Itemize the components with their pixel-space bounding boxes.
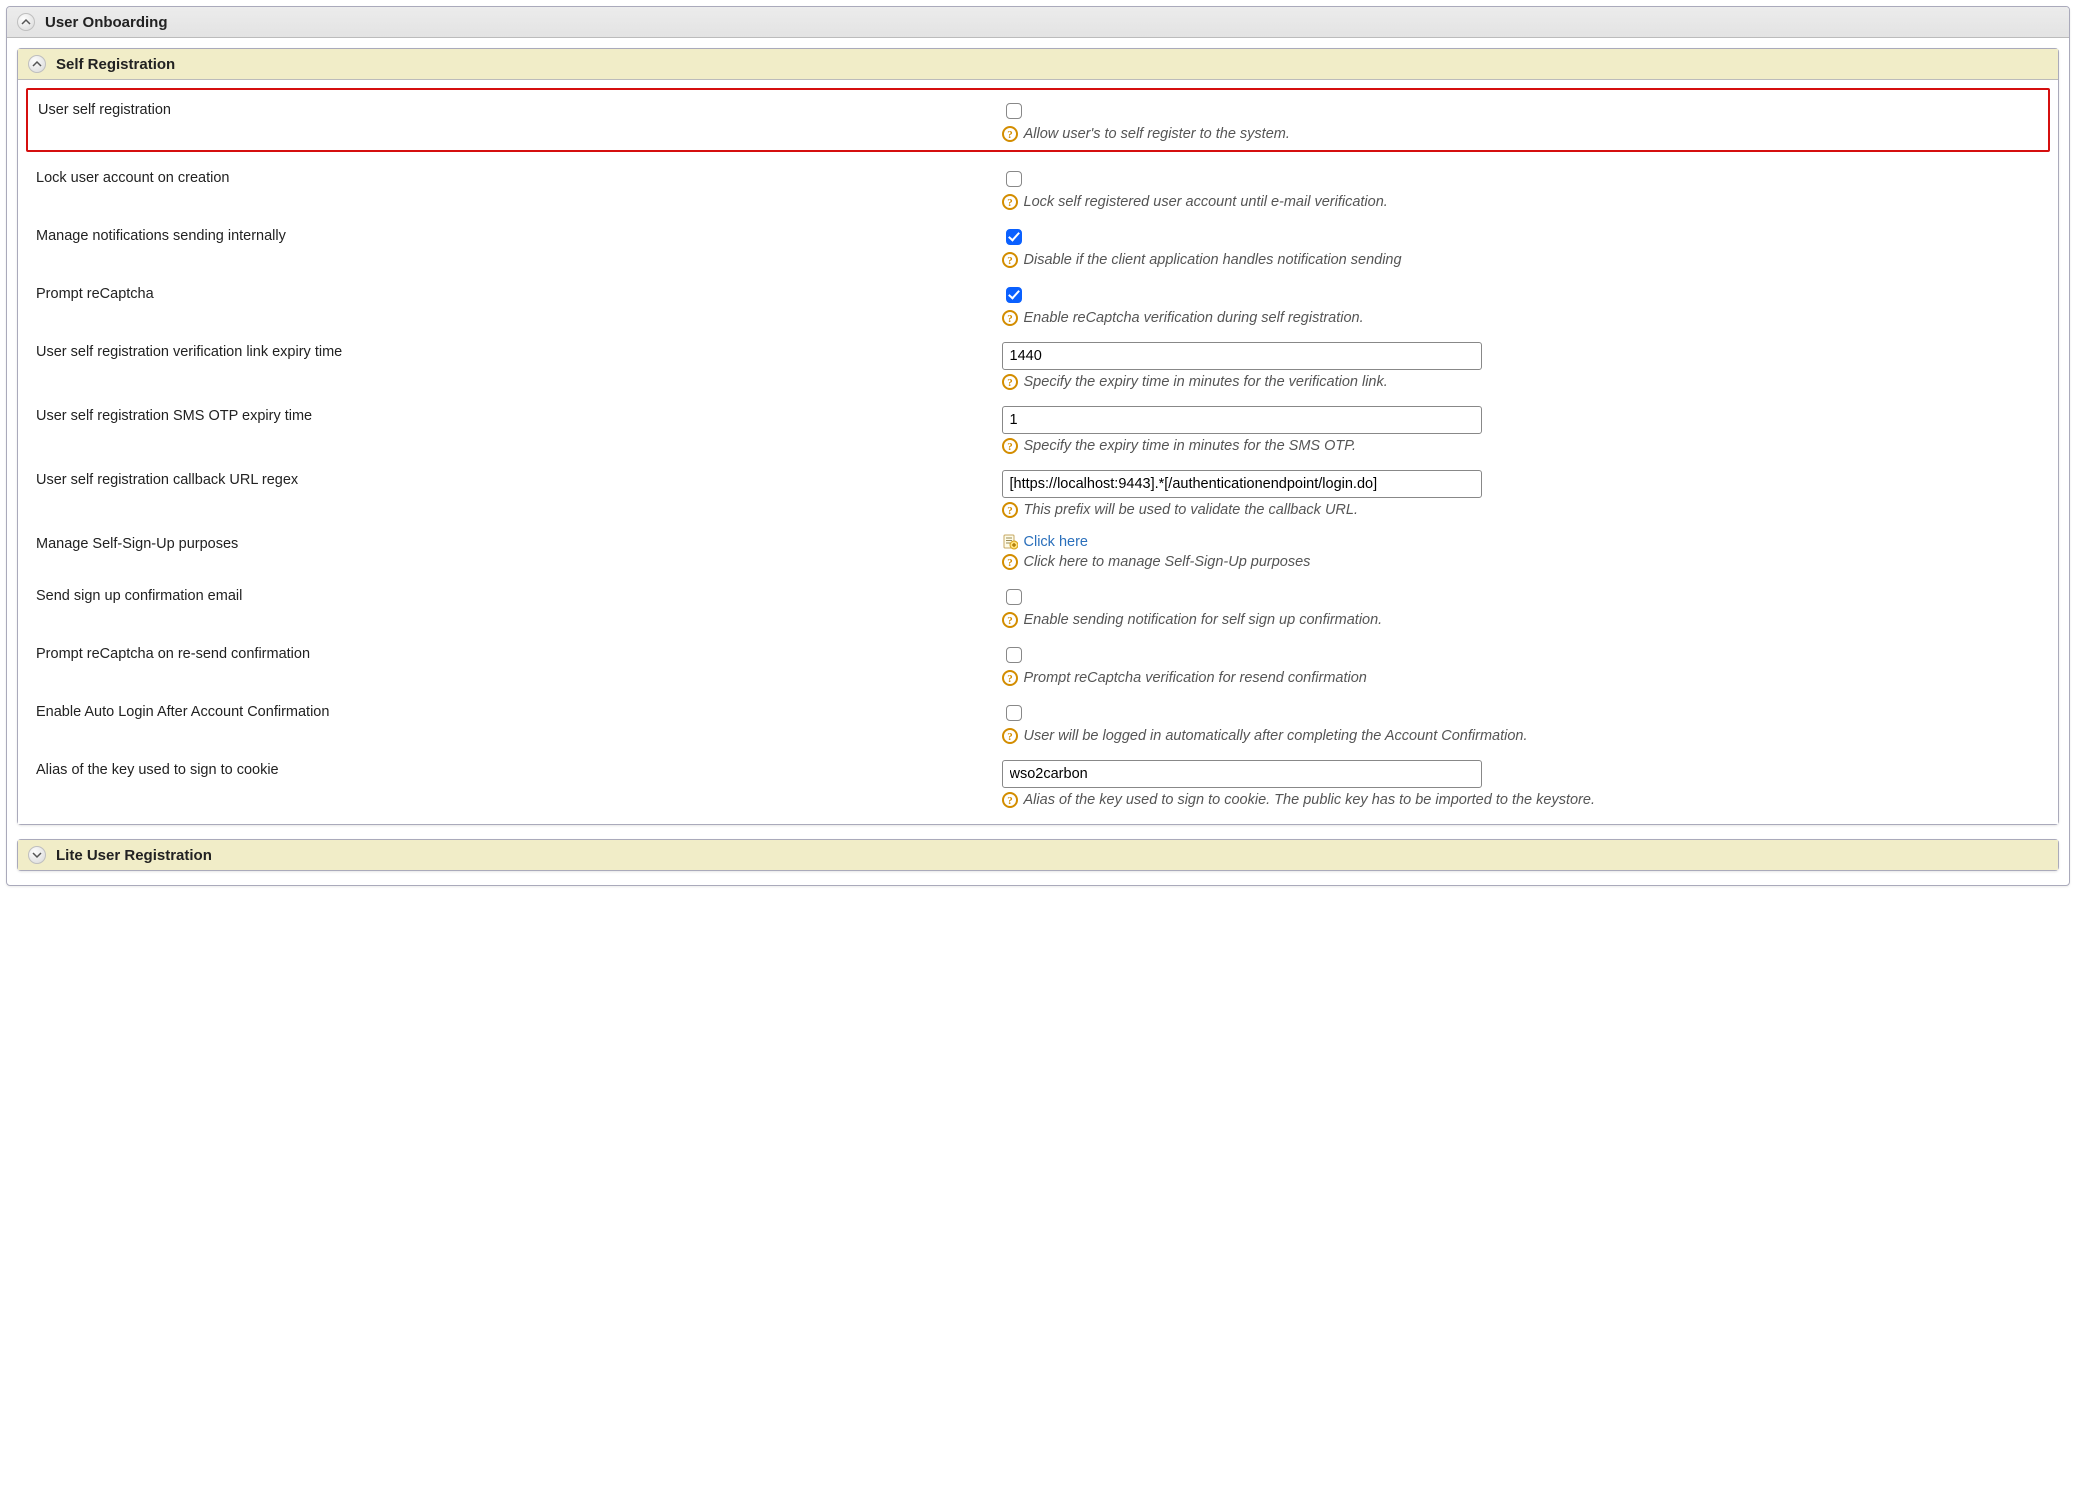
help-icon xyxy=(1002,310,1018,326)
hint-sms-expiry: Specify the expiry time in minutes for t… xyxy=(1024,438,1357,454)
label-cookie-alias: Alias of the key used to sign to cookie xyxy=(26,760,998,778)
field-prompt-recaptcha: Prompt reCaptcha Enable reCaptcha verifi… xyxy=(26,268,2050,326)
checkbox-send-confirm-email[interactable] xyxy=(1006,589,1022,605)
help-icon xyxy=(1002,438,1018,454)
document-add-icon xyxy=(1002,534,1018,550)
hint-prompt-recaptcha: Enable reCaptcha verification during sel… xyxy=(1024,310,1364,326)
self-registration-body: User self registration Allow user's to s… xyxy=(18,88,2058,824)
help-icon xyxy=(1002,374,1018,390)
checkbox-recaptcha-resend[interactable] xyxy=(1006,647,1022,663)
hint-user-self-registration: Allow user's to self register to the sys… xyxy=(1024,126,1290,142)
label-send-confirm-email: Send sign up confirmation email xyxy=(26,586,998,604)
collapse-icon[interactable] xyxy=(28,55,46,73)
link-manage-purposes[interactable]: Click here xyxy=(1024,534,1088,550)
hint-recaptcha-resend: Prompt reCaptcha verification for resend… xyxy=(1024,670,1367,686)
help-icon xyxy=(1002,194,1018,210)
field-sms-expiry: User self registration SMS OTP expiry ti… xyxy=(26,390,2050,454)
hint-callback-regex: This prefix will be used to validate the… xyxy=(1024,502,1358,518)
label-recaptcha-resend: Prompt reCaptcha on re-send confirmation xyxy=(26,644,998,662)
self-registration-header[interactable]: Self Registration xyxy=(18,49,2058,80)
help-icon xyxy=(1002,670,1018,686)
checkbox-prompt-recaptcha[interactable] xyxy=(1006,287,1022,303)
user-onboarding-title: User Onboarding xyxy=(45,14,168,31)
help-icon xyxy=(1002,126,1018,142)
field-manage-notifications: Manage notifications sending internally … xyxy=(26,210,2050,268)
field-recaptcha-resend: Prompt reCaptcha on re-send confirmation… xyxy=(26,628,2050,686)
label-callback-regex: User self registration callback URL rege… xyxy=(26,470,998,488)
input-sms-expiry[interactable] xyxy=(1002,406,1482,434)
field-auto-login: Enable Auto Login After Account Confirma… xyxy=(26,686,2050,744)
hint-link-expiry: Specify the expiry time in minutes for t… xyxy=(1024,374,1388,390)
checkbox-manage-notifications[interactable] xyxy=(1006,229,1022,245)
label-link-expiry: User self registration verification link… xyxy=(26,342,998,360)
lite-user-registration-header[interactable]: Lite User Registration xyxy=(18,840,2058,870)
checkbox-lock-on-creation[interactable] xyxy=(1006,171,1022,187)
help-icon xyxy=(1002,502,1018,518)
help-icon xyxy=(1002,554,1018,570)
hint-manage-notifications: Disable if the client application handle… xyxy=(1024,252,1402,268)
label-manage-notifications: Manage notifications sending internally xyxy=(26,226,998,244)
help-icon xyxy=(1002,612,1018,628)
field-user-self-registration: User self registration Allow user's to s… xyxy=(26,88,2050,152)
field-link-expiry: User self registration verification link… xyxy=(26,326,2050,390)
label-prompt-recaptcha: Prompt reCaptcha xyxy=(26,284,998,302)
field-callback-regex: User self registration callback URL rege… xyxy=(26,454,2050,518)
label-auto-login: Enable Auto Login After Account Confirma… xyxy=(26,702,998,720)
field-lock-on-creation: Lock user account on creation Lock self … xyxy=(26,152,2050,210)
field-manage-purposes: Manage Self-Sign-Up purposes Click here … xyxy=(26,518,2050,570)
expand-icon[interactable] xyxy=(28,846,46,864)
label-sms-expiry: User self registration SMS OTP expiry ti… xyxy=(26,406,998,424)
checkbox-auto-login[interactable] xyxy=(1006,705,1022,721)
label-lock-on-creation: Lock user account on creation xyxy=(26,168,998,186)
collapse-icon[interactable] xyxy=(17,13,35,31)
input-callback-regex[interactable] xyxy=(1002,470,1482,498)
input-cookie-alias[interactable] xyxy=(1002,760,1482,788)
user-onboarding-header[interactable]: User Onboarding xyxy=(7,7,2069,38)
hint-cookie-alias: Alias of the key used to sign to cookie.… xyxy=(1024,792,1595,808)
lite-user-registration-panel: Lite User Registration xyxy=(17,839,2059,871)
help-icon xyxy=(1002,792,1018,808)
lite-user-registration-title: Lite User Registration xyxy=(56,847,212,864)
help-icon xyxy=(1002,728,1018,744)
self-registration-title: Self Registration xyxy=(56,56,175,73)
help-icon xyxy=(1002,252,1018,268)
input-link-expiry[interactable] xyxy=(1002,342,1482,370)
label-user-self-registration: User self registration xyxy=(28,100,998,118)
user-onboarding-panel: User Onboarding Self Registration User s… xyxy=(6,6,2070,886)
field-cookie-alias: Alias of the key used to sign to cookie … xyxy=(26,744,2050,808)
hint-auto-login: User will be logged in automatically aft… xyxy=(1024,728,1528,744)
field-send-confirm-email: Send sign up confirmation email Enable s… xyxy=(26,570,2050,628)
hint-lock-on-creation: Lock self registered user account until … xyxy=(1024,194,1388,210)
label-manage-purposes: Manage Self-Sign-Up purposes xyxy=(26,534,998,552)
self-registration-panel: Self Registration User self registration… xyxy=(17,48,2059,825)
hint-send-confirm-email: Enable sending notification for self sig… xyxy=(1024,612,1383,628)
user-onboarding-body: Self Registration User self registration… xyxy=(7,38,2069,885)
checkbox-user-self-registration[interactable] xyxy=(1006,103,1022,119)
hint-manage-purposes: Click here to manage Self-Sign-Up purpos… xyxy=(1024,554,1311,570)
